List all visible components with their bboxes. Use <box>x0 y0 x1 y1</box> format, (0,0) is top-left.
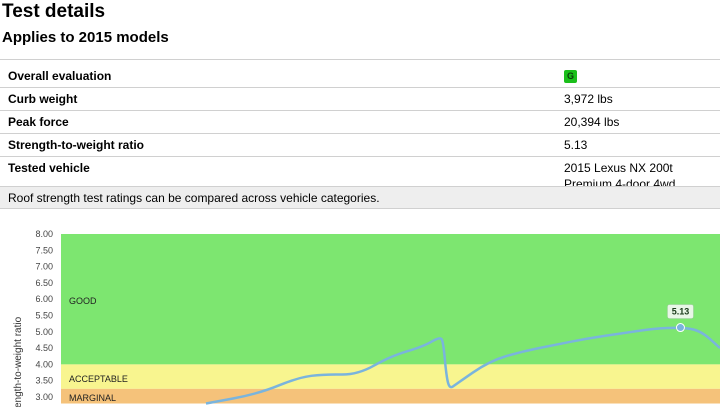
strength-chart: ength-to-weight ratio 8.00 7.50 7.00 6.50 6.… <box>13 229 720 407</box>
zone-acceptable <box>61 364 720 389</box>
y-tick-label: 4.50 <box>35 343 53 353</box>
y-tick-label: 4.00 <box>35 359 53 369</box>
y-tick-label: 6.50 <box>35 278 53 288</box>
test-details-table: Overall evaluation G Curb weight 3,972 l… <box>0 59 720 193</box>
zone-label: MARGINAL <box>69 393 116 403</box>
row-label: Overall evaluation <box>0 59 556 88</box>
zone-marginal <box>61 388 720 404</box>
data-label: 5.13 <box>672 307 690 317</box>
page-title: Test details <box>2 1 106 22</box>
y-axis-label: ength-to-weight ratio <box>13 316 24 407</box>
row-label: Strength-to-weight ratio <box>0 133 556 157</box>
zone-label: ACCEPTABLE <box>69 374 128 384</box>
zone-good <box>61 234 720 365</box>
y-tick-label: 8.00 <box>35 229 53 239</box>
table-row: Peak force 20,394 lbs <box>0 110 720 134</box>
y-tick-label: 3.00 <box>35 392 53 402</box>
y-tick-label: 5.50 <box>35 311 53 321</box>
y-tick-label: 5.00 <box>35 327 53 337</box>
y-tick-label: 3.50 <box>35 376 53 386</box>
row-value: 3,972 lbs <box>556 87 720 111</box>
table-row: Curb weight 3,972 lbs <box>0 87 720 111</box>
highlight-point <box>675 323 685 333</box>
row-value: 5.13 <box>556 133 720 157</box>
rating-badge: G <box>564 70 577 84</box>
row-label: Curb weight <box>0 87 556 111</box>
comparison-note: Roof strength test ratings can be compar… <box>0 186 720 209</box>
y-tick-label: 7.50 <box>35 245 53 255</box>
table-row: Strength-to-weight ratio 5.13 <box>0 133 720 157</box>
row-value: G <box>556 59 720 88</box>
vehicle-line-1: 2015 Lexus NX 200t <box>564 161 673 175</box>
table-row: Overall evaluation G <box>0 59 720 88</box>
row-value: 20,394 lbs <box>556 110 720 134</box>
y-tick-label: 7.00 <box>35 262 53 272</box>
row-label: Peak force <box>0 110 556 134</box>
page-subtitle: Applies to 2015 models <box>2 29 169 46</box>
zone-label: GOOD <box>69 296 97 306</box>
y-tick-label: 6.00 <box>35 294 53 304</box>
